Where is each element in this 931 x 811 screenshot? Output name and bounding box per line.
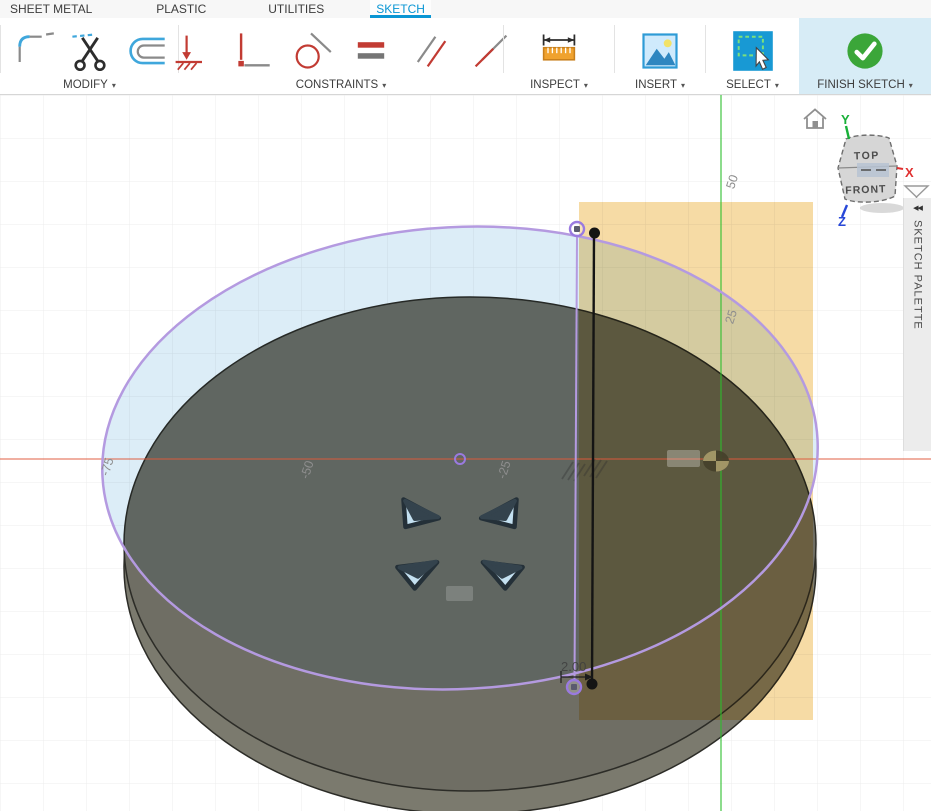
offset-icon[interactable]	[124, 29, 168, 73]
toolbar-group-insert: INSERT ▾	[615, 18, 705, 94]
finish-sketch-check-icon	[843, 29, 887, 73]
ribbon-tabbar: SHEET METAL PLASTIC UTILITIES SKETCH	[0, 0, 931, 18]
line-endpoint-bottom[interactable]	[587, 679, 598, 690]
tab-sheet-metal[interactable]: SHEET METAL	[4, 0, 98, 18]
sketch-palette-title[interactable]: SKETCH PALETTE	[912, 220, 924, 330]
fixed-constraint-icon[interactable]	[169, 29, 213, 73]
sketch-3d-scene: 2.00 -75 -50 -25 50 25 TOP	[0, 95, 931, 811]
viewcube-top-face[interactable]: TOP	[854, 150, 880, 163]
fusion-sketch-window: SHEET METAL PLASTIC UTILITIES SKETCH	[0, 0, 931, 811]
chevron-down-icon: ▾	[112, 81, 116, 90]
svg-text:2.00: 2.00	[561, 659, 586, 674]
tab-sketch[interactable]: SKETCH	[370, 0, 431, 18]
inspect-dropdown[interactable]: INSPECT ▾	[530, 79, 588, 91]
toolbar-group-modify: MODIFY ▾	[1, 18, 178, 94]
trim-scissors-icon[interactable]	[68, 29, 112, 73]
axis-x-label: X	[905, 165, 914, 180]
chevron-down-icon: ▾	[775, 81, 779, 90]
equal-constraint-icon[interactable]	[349, 29, 393, 73]
horizontal-vertical-constraint-icon[interactable]	[229, 29, 273, 73]
sketch-point-bottom[interactable]	[567, 680, 581, 694]
toolbar-group-constraints: CONSTRAINTS ▾	[179, 18, 503, 94]
line-endpoint-top[interactable]	[589, 228, 600, 239]
toolbar-group-inspect: INSPECT ▾	[504, 18, 614, 94]
insert-image-icon[interactable]	[638, 29, 682, 73]
ribbon-toolbar: MODIFY ▾	[0, 18, 931, 95]
measure-icon[interactable]	[537, 29, 581, 73]
sketch-palette-panel: ◀◀ SKETCH PALETTE	[903, 198, 931, 451]
faded-badge	[446, 586, 473, 601]
insert-dropdown[interactable]: INSERT ▾	[635, 79, 685, 91]
chevron-down-icon: ▾	[681, 81, 685, 90]
finish-sketch-button[interactable]: FINISH SKETCH ▾	[799, 18, 931, 94]
viewport-canvas[interactable]: 2.00 -75 -50 -25 50 25 TOP	[0, 95, 931, 811]
tab-utilities[interactable]: UTILITIES	[262, 0, 330, 18]
select-window-icon[interactable]	[731, 29, 775, 73]
viewcube-shadow	[860, 203, 904, 213]
axis-y-label: Y	[841, 112, 850, 127]
select-dropdown[interactable]: SELECT ▾	[726, 79, 779, 91]
axis-z-label: Z	[838, 214, 846, 229]
chevron-down-icon: ▾	[584, 81, 588, 90]
viewcube-front-face[interactable]: FRONT	[845, 183, 887, 196]
parallel-constraint-icon[interactable]	[409, 29, 453, 73]
tab-plastic[interactable]: PLASTIC	[150, 0, 212, 18]
sketch-point-top[interactable]	[570, 222, 584, 236]
palette-expand-button[interactable]: ◀◀	[913, 204, 922, 212]
fillet-icon[interactable]	[12, 29, 56, 73]
tangent-constraint-icon[interactable]	[289, 29, 333, 73]
faded-dimension-box	[667, 450, 700, 467]
chevron-down-icon: ▾	[382, 81, 386, 90]
constraints-dropdown[interactable]: CONSTRAINTS ▾	[296, 79, 386, 91]
modify-dropdown[interactable]: MODIFY ▾	[63, 79, 116, 91]
center-of-mass-icon[interactable]	[703, 451, 729, 472]
toolbar-group-select: SELECT ▾	[706, 18, 799, 94]
chevron-down-icon: ▾	[909, 81, 913, 90]
